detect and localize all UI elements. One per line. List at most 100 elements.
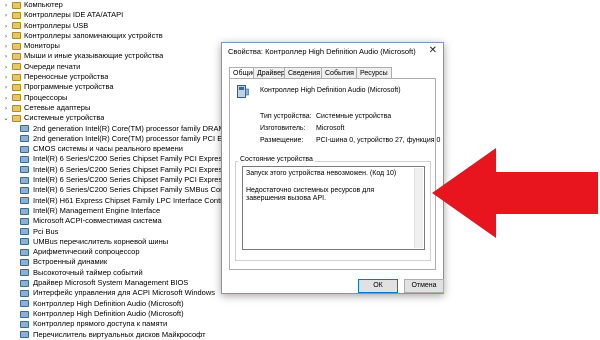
category-icon: [12, 53, 21, 61]
category-icon: [12, 114, 21, 122]
tree-item-label: Мыши и иные указывающие устройства: [24, 51, 164, 61]
chevron-right-icon[interactable]: ›: [2, 72, 10, 82]
tree-category[interactable]: › Сетевые адаптеры: [0, 103, 235, 113]
tree-item-label: Программные устройства: [24, 82, 114, 92]
tree-device[interactable]: UMBus перечислитель корневой шины: [0, 237, 235, 247]
chevron-right-icon[interactable]: ›: [2, 41, 10, 51]
cancel-button[interactable]: Отмена: [404, 279, 444, 293]
tree-device[interactable]: Intel(R) 6 Series/C200 Series Chipset Fa…: [0, 175, 235, 185]
device-icon: [20, 331, 29, 339]
tree-device[interactable]: Intel(R) Management Engine Interface: [0, 206, 235, 216]
tree-item-label: Системные устройства: [24, 113, 105, 123]
audio-controller-icon: [237, 85, 249, 98]
tree-device[interactable]: Intel(R) 6 Series/C200 Series Chipset Fa…: [0, 185, 235, 195]
tree-item-label: Intel(R) Management Engine Interface: [33, 205, 161, 215]
tree-device[interactable]: Pci Bus: [0, 227, 235, 237]
tab-resources[interactable]: Ресурсы: [356, 67, 392, 78]
chevron-right-icon[interactable]: ›: [2, 82, 10, 92]
tree-item-label: Очереди печати: [24, 61, 81, 71]
device-icon: [20, 166, 29, 174]
category-icon: [12, 94, 21, 102]
tree-device[interactable]: 2nd generation Intel(R) Core(TM) process…: [0, 134, 235, 144]
tree-device[interactable]: Высокоточный таймер событий: [0, 268, 235, 278]
tab-events[interactable]: События: [321, 67, 358, 78]
chevron-right-icon[interactable]: ›: [2, 103, 10, 113]
tree-category[interactable]: › Программные устройства: [0, 82, 235, 92]
tree-device[interactable]: CMOS системы и часы реального времени: [0, 144, 235, 154]
device-icon: [20, 300, 29, 308]
dialog-titlebar[interactable]: Свойства: Контроллер High Definition Aud…: [222, 43, 443, 60]
device-icon: [20, 135, 29, 143]
tree-category[interactable]: › Процессоры: [0, 93, 235, 103]
device-icon: [20, 320, 29, 328]
tree-category[interactable]: › Очереди печати: [0, 62, 235, 72]
chevron-right-icon[interactable]: ›: [2, 0, 10, 10]
tree-item-label: Мониторы: [24, 41, 60, 51]
tree-item-label: Intel(R) 6 Series/C200 Series Chipset Fa…: [33, 175, 235, 185]
close-icon[interactable]: ✕: [429, 45, 437, 56]
tree-item-label: Контроллер High Definition Audio (Micros…: [33, 298, 184, 308]
tree-device[interactable]: Перечислитель виртуальных дисков Майкрос…: [0, 330, 235, 340]
chevron-down-icon[interactable]: ⌄: [2, 113, 10, 123]
prop-location-value: PCI-шина 0, устройство 27, функция 0: [316, 137, 441, 144]
tree-device[interactable]: Контроллер прямого доступа к памяти: [0, 319, 235, 329]
tree-item-label: Контроллер High Definition Audio (Micros…: [33, 308, 184, 318]
device-status-text[interactable]: Запуск этого устройства невозможен. (Код…: [242, 166, 425, 250]
tree-device[interactable]: Интерфейс управления для ACPI Microsoft …: [0, 288, 235, 298]
tree-device[interactable]: 2nd generation Intel(R) Core(TM) process…: [0, 124, 235, 134]
tree-category[interactable]: › Мыши и иные указывающие устройства: [0, 51, 235, 61]
device-icon: [20, 269, 29, 277]
device-icon: [20, 259, 29, 267]
category-icon: [12, 1, 21, 9]
tree-category[interactable]: › Переносные устройства: [0, 72, 235, 82]
tree-item-label: Процессоры: [24, 92, 68, 102]
tree-device[interactable]: Арифметический сопроцессор: [0, 247, 235, 257]
status-detail-line: Недостаточно системных ресурсов для заве…: [246, 186, 375, 203]
dialog-title: Свойства: Контроллер High Definition Aud…: [228, 47, 416, 56]
tree-device[interactable]: Драйвер Microsoft System Management BIOS: [0, 278, 235, 288]
device-icon: [20, 217, 29, 225]
status-error-line: Запуск этого устройства невозможен. (Код…: [246, 170, 397, 177]
chevron-right-icon[interactable]: ›: [2, 31, 10, 41]
ok-button[interactable]: ОК: [358, 279, 398, 293]
category-icon: [12, 11, 21, 19]
properties-dialog: Свойства: Контроллер High Definition Aud…: [221, 42, 444, 294]
prop-manufacturer-value: Microsoft: [316, 125, 345, 132]
tree-device[interactable]: Контроллер High Definition Audio (Micros…: [0, 299, 235, 309]
chevron-right-icon[interactable]: ›: [2, 62, 10, 72]
chevron-right-icon[interactable]: ›: [2, 51, 10, 61]
tree-item-label: Драйвер Microsoft System Management BIOS: [33, 278, 189, 288]
tree-item-label: Pci Bus: [33, 226, 59, 236]
tree-category[interactable]: › Контроллеры USB: [0, 21, 235, 31]
tree-device[interactable]: Intel(R) H61 Express Chipset Family LPC …: [0, 196, 235, 206]
device-icon: [20, 289, 29, 297]
tree-item-label: Intel(R) H61 Express Chipset Family LPC …: [33, 195, 235, 205]
prop-type-key: Тип устройства:: [260, 113, 312, 120]
tree-category[interactable]: › Контроллеры запоминающих устройств: [0, 31, 235, 41]
category-icon: [12, 32, 21, 40]
chevron-right-icon[interactable]: ›: [2, 93, 10, 103]
tree-item-label: Переносные устройства: [24, 72, 109, 82]
chevron-right-icon[interactable]: ›: [2, 21, 10, 31]
tree-category[interactable]: › Компьютер: [0, 0, 235, 10]
tree-item-label: Intel(R) 6 Series/C200 Series Chipset Fa…: [33, 164, 235, 174]
tab-details[interactable]: Сведения: [284, 67, 324, 78]
tree-category[interactable]: ⌄ Системные устройства: [0, 113, 235, 123]
device-icon: [20, 145, 29, 153]
tree-device[interactable]: Microsoft ACPI-совместимая система: [0, 216, 235, 226]
tree-item-label: Контроллеры IDE ATA/ATAPI: [24, 10, 124, 20]
tree-device[interactable]: Контроллер High Definition Audio (Micros…: [0, 309, 235, 319]
device-icon: [20, 176, 29, 184]
status-scrollbar[interactable]: [414, 168, 423, 248]
tree-item-label: Высокоточный таймер событий: [33, 267, 143, 277]
tree-item-label: Интерфейс управления для ACPI Microsoft …: [33, 288, 215, 298]
tree-category[interactable]: › Контроллеры IDE ATA/ATAPI: [0, 10, 235, 20]
tree-item-label: UMBus перечислитель корневой шины: [33, 236, 169, 246]
device-icon: [20, 238, 29, 246]
tree-device[interactable]: Встроенный динамик: [0, 257, 235, 267]
tree-device[interactable]: Intel(R) 6 Series/C200 Series Chipset Fa…: [0, 165, 235, 175]
tree-item-label: Контроллеры запоминающих устройств: [24, 30, 163, 40]
chevron-right-icon[interactable]: ›: [2, 10, 10, 20]
tree-device[interactable]: Intel(R) 6 Series/C200 Series Chipset Fa…: [0, 154, 235, 164]
tree-category[interactable]: › Мониторы: [0, 41, 235, 51]
